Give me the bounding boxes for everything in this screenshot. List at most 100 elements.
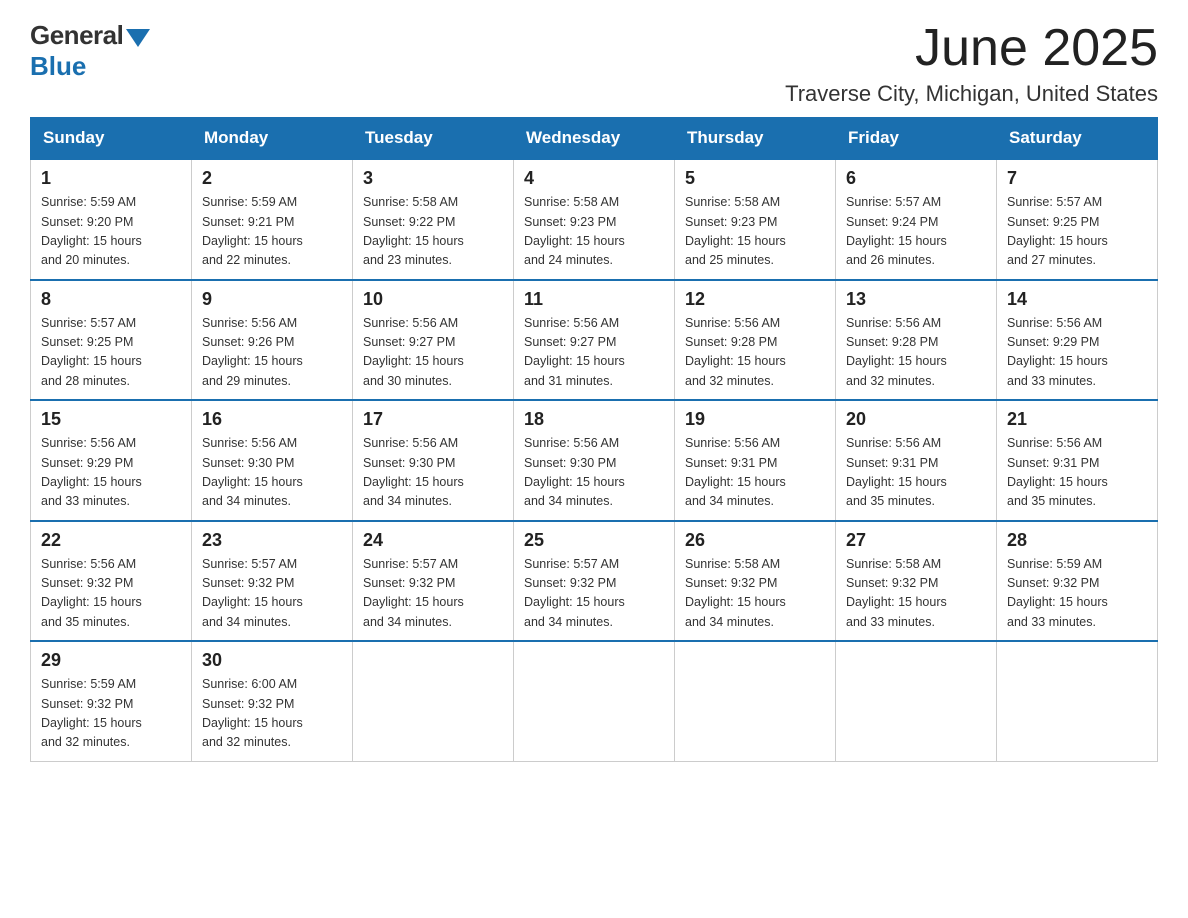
logo-blue-text: Blue	[30, 51, 86, 82]
table-row: 21Sunrise: 5:56 AM Sunset: 9:31 PM Dayli…	[997, 400, 1158, 521]
day-info: Sunrise: 5:56 AM Sunset: 9:28 PM Dayligh…	[685, 314, 825, 392]
day-number: 11	[524, 289, 664, 310]
day-info: Sunrise: 6:00 AM Sunset: 9:32 PM Dayligh…	[202, 675, 342, 753]
table-row: 20 Sunrise: 5:56 AM Sunset: 9:31 PM Dayli…	[836, 400, 997, 521]
table-row: 22 Sunrise: 5:56 AM Sunset: 9:32 PM Dayli…	[31, 521, 192, 642]
day-info: Sunrise: 5:56 AM Sunset: 9:30 PM Dayligh…	[524, 434, 664, 512]
table-row	[514, 641, 675, 761]
table-row: 4 Sunrise: 5:58 AM Sunset: 9:23 PM Daylig…	[514, 159, 675, 280]
day-info: Sunrise: 5:59 AM Sunset: 9:32 PM Dayligh…	[1007, 555, 1147, 633]
day-number: 20	[846, 409, 986, 430]
table-row: 5 Sunrise: 5:58 AM Sunset: 9:23 PM Daylig…	[675, 159, 836, 280]
day-number: 19	[685, 409, 825, 430]
day-info: Sunrise: 5:56 AM Sunset: 9:27 PM Dayligh…	[363, 314, 503, 392]
table-row: 27 Sunrise: 5:58 AM Sunset: 9:32 PM Dayli…	[836, 521, 997, 642]
table-row	[675, 641, 836, 761]
logo-triangle-icon	[126, 29, 150, 47]
day-number: 16	[202, 409, 342, 430]
day-info: Sunrise: 5:58 AM Sunset: 9:23 PM Dayligh…	[524, 193, 664, 271]
day-number: 18	[524, 409, 664, 430]
header-monday: Monday	[192, 118, 353, 160]
day-number: 2	[202, 168, 342, 189]
header-saturday: Saturday	[997, 118, 1158, 160]
day-info: Sunrise: 5:57 AM Sunset: 9:32 PM Dayligh…	[363, 555, 503, 633]
table-row: 8Sunrise: 5:57 AM Sunset: 9:25 PM Daylig…	[31, 280, 192, 401]
calendar-header: Sunday Monday Tuesday Wednesday Thursday…	[31, 118, 1158, 160]
day-number: 28	[1007, 530, 1147, 551]
day-info: Sunrise: 5:56 AM Sunset: 9:31 PM Dayligh…	[846, 434, 986, 512]
header-tuesday: Tuesday	[353, 118, 514, 160]
day-number: 10	[363, 289, 503, 310]
table-row: 2 Sunrise: 5:59 AM Sunset: 9:21 PM Daylig…	[192, 159, 353, 280]
calendar-body: 1 Sunrise: 5:59 AM Sunset: 9:20 PM Daylig…	[31, 159, 1158, 761]
logo: General Blue	[30, 20, 150, 82]
page-header: General Blue June 2025 Traverse City, Mi…	[30, 20, 1158, 107]
calendar-table: Sunday Monday Tuesday Wednesday Thursday…	[30, 117, 1158, 762]
table-row: 7Sunrise: 5:57 AM Sunset: 9:25 PM Daylig…	[997, 159, 1158, 280]
table-row: 30 Sunrise: 6:00 AM Sunset: 9:32 PM Dayli…	[192, 641, 353, 761]
day-info: Sunrise: 5:57 AM Sunset: 9:24 PM Dayligh…	[846, 193, 986, 271]
day-number: 30	[202, 650, 342, 671]
table-row	[997, 641, 1158, 761]
table-row: 6 Sunrise: 5:57 AM Sunset: 9:24 PM Daylig…	[836, 159, 997, 280]
day-info: Sunrise: 5:56 AM Sunset: 9:30 PM Dayligh…	[363, 434, 503, 512]
day-info: Sunrise: 5:59 AM Sunset: 9:20 PM Dayligh…	[41, 193, 181, 271]
day-number: 1	[41, 168, 181, 189]
table-row: 14 Sunrise: 5:56 AM Sunset: 9:29 PM Dayli…	[997, 280, 1158, 401]
day-info: Sunrise: 5:56 AM Sunset: 9:32 PM Dayligh…	[41, 555, 181, 633]
day-number: 3	[363, 168, 503, 189]
day-info: Sunrise: 5:57 AM Sunset: 9:32 PM Dayligh…	[202, 555, 342, 633]
day-number: 27	[846, 530, 986, 551]
day-info: Sunrise: 5:56 AM Sunset: 9:30 PM Dayligh…	[202, 434, 342, 512]
day-number: 29	[41, 650, 181, 671]
table-row: 11 Sunrise: 5:56 AM Sunset: 9:27 PM Dayli…	[514, 280, 675, 401]
table-row: 9Sunrise: 5:56 AM Sunset: 9:26 PM Daylig…	[192, 280, 353, 401]
day-info: Sunrise: 5:56 AM Sunset: 9:27 PM Dayligh…	[524, 314, 664, 392]
day-number: 4	[524, 168, 664, 189]
header-friday: Friday	[836, 118, 997, 160]
day-number: 25	[524, 530, 664, 551]
day-info: Sunrise: 5:57 AM Sunset: 9:32 PM Dayligh…	[524, 555, 664, 633]
day-info: Sunrise: 5:58 AM Sunset: 9:22 PM Dayligh…	[363, 193, 503, 271]
day-number: 5	[685, 168, 825, 189]
table-row: 26Sunrise: 5:58 AM Sunset: 9:32 PM Dayli…	[675, 521, 836, 642]
table-row: 17 Sunrise: 5:56 AM Sunset: 9:30 PM Dayli…	[353, 400, 514, 521]
day-info: Sunrise: 5:58 AM Sunset: 9:32 PM Dayligh…	[846, 555, 986, 633]
table-row: 25 Sunrise: 5:57 AM Sunset: 9:32 PM Dayli…	[514, 521, 675, 642]
main-title: June 2025	[785, 20, 1158, 77]
day-number: 24	[363, 530, 503, 551]
day-info: Sunrise: 5:56 AM Sunset: 9:31 PM Dayligh…	[685, 434, 825, 512]
logo-general-text: General	[30, 20, 123, 51]
table-row: 29 Sunrise: 5:59 AM Sunset: 9:32 PM Dayli…	[31, 641, 192, 761]
day-number: 14	[1007, 289, 1147, 310]
day-number: 17	[363, 409, 503, 430]
table-row: 15Sunrise: 5:56 AM Sunset: 9:29 PM Dayli…	[31, 400, 192, 521]
day-number: 26	[685, 530, 825, 551]
table-row: 3 Sunrise: 5:58 AM Sunset: 9:22 PM Daylig…	[353, 159, 514, 280]
table-row: 1 Sunrise: 5:59 AM Sunset: 9:20 PM Daylig…	[31, 159, 192, 280]
table-row: 10 Sunrise: 5:56 AM Sunset: 9:27 PM Dayli…	[353, 280, 514, 401]
table-row: 12 Sunrise: 5:56 AM Sunset: 9:28 PM Dayli…	[675, 280, 836, 401]
day-number: 23	[202, 530, 342, 551]
table-row: 13Sunrise: 5:56 AM Sunset: 9:28 PM Dayli…	[836, 280, 997, 401]
day-number: 22	[41, 530, 181, 551]
day-info: Sunrise: 5:59 AM Sunset: 9:32 PM Dayligh…	[41, 675, 181, 753]
day-info: Sunrise: 5:58 AM Sunset: 9:23 PM Dayligh…	[685, 193, 825, 271]
table-row: 19 Sunrise: 5:56 AM Sunset: 9:31 PM Dayli…	[675, 400, 836, 521]
table-row: 28 Sunrise: 5:59 AM Sunset: 9:32 PM Dayli…	[997, 521, 1158, 642]
day-info: Sunrise: 5:59 AM Sunset: 9:21 PM Dayligh…	[202, 193, 342, 271]
day-number: 9	[202, 289, 342, 310]
day-number: 13	[846, 289, 986, 310]
day-number: 15	[41, 409, 181, 430]
header-row: Sunday Monday Tuesday Wednesday Thursday…	[31, 118, 1158, 160]
table-row: 24 Sunrise: 5:57 AM Sunset: 9:32 PM Dayli…	[353, 521, 514, 642]
header-sunday: Sunday	[31, 118, 192, 160]
table-row	[353, 641, 514, 761]
day-number: 12	[685, 289, 825, 310]
day-number: 6	[846, 168, 986, 189]
day-info: Sunrise: 5:56 AM Sunset: 9:29 PM Dayligh…	[1007, 314, 1147, 392]
day-number: 8	[41, 289, 181, 310]
title-block: June 2025 Traverse City, Michigan, Unite…	[785, 20, 1158, 107]
header-thursday: Thursday	[675, 118, 836, 160]
day-info: Sunrise: 5:57 AM Sunset: 9:25 PM Dayligh…	[1007, 193, 1147, 271]
